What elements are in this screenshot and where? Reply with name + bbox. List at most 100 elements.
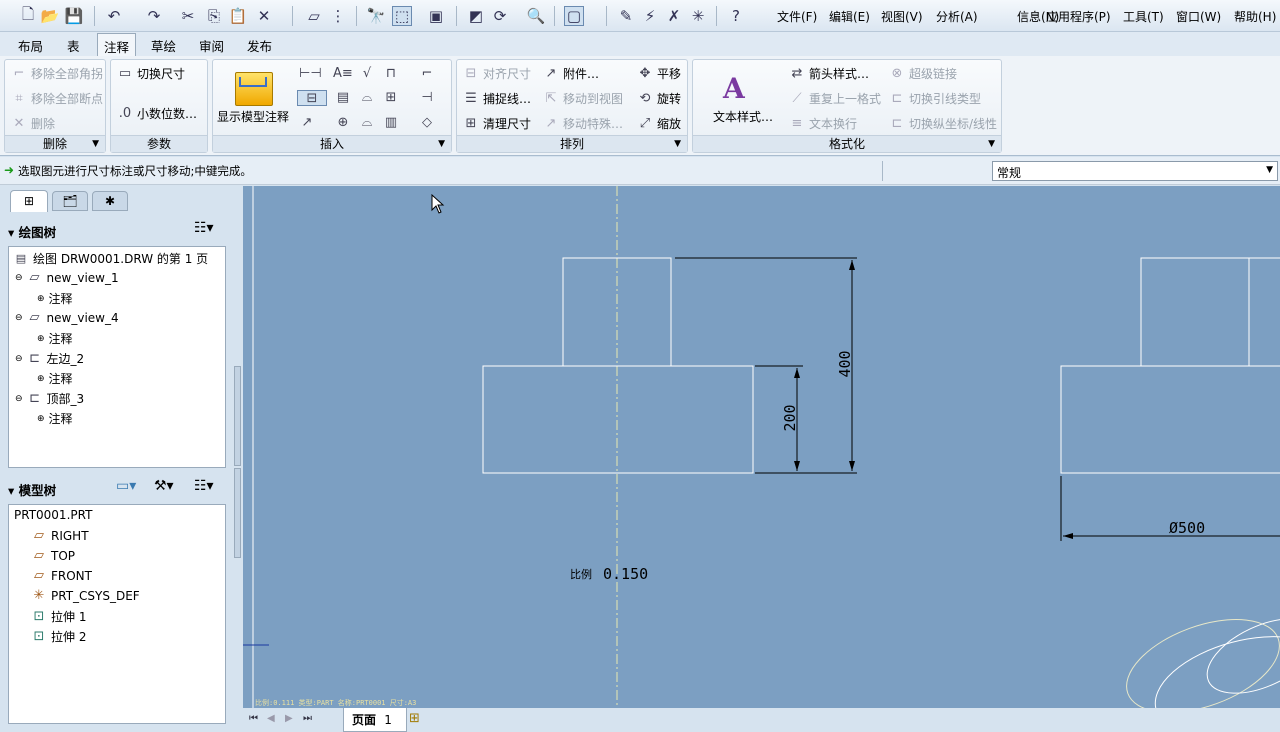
tree-item-annotation[interactable]: ⊕ 注释 (37, 330, 73, 347)
side-view-upper-block[interactable] (1140, 257, 1250, 367)
repeat-last-format-button[interactable]: ⟋ 重复上一格式 (789, 90, 881, 107)
select-box-icon[interactable]: ⬚ (392, 6, 412, 26)
attachment-button[interactable]: ↗ 附件… (543, 65, 599, 82)
show-model-annotations-button[interactable]: 显示模型注释 (217, 108, 289, 125)
scale-label[interactable]: 比例 (570, 567, 592, 581)
menu-tools[interactable]: 工具(T) (1123, 8, 1164, 25)
scale-value[interactable]: 0.150 (603, 565, 648, 583)
tab-layout[interactable]: 布局 (18, 36, 43, 55)
new-file-icon[interactable]: 🗋 (18, 5, 38, 26)
move-to-view-button[interactable]: ⇱ 移动到视图 (543, 90, 623, 107)
menu-view[interactable]: 视图(V) (881, 8, 923, 25)
clean-dimensions-button[interactable]: ⊞ 清理尺寸 (463, 115, 531, 132)
model-item-front[interactable]: ▱ FRONT (31, 568, 92, 584)
next-page-icon[interactable]: ▶ (285, 713, 293, 724)
toggle-dimension-button[interactable]: ▭ 切换尺寸 (117, 65, 185, 82)
tab-annotate[interactable]: 注释 (97, 33, 137, 56)
delete-icon[interactable]: ✕ (254, 6, 274, 26)
paste-icon[interactable]: 📋 (228, 6, 248, 26)
display-style-icon[interactable]: ▢ (564, 6, 584, 26)
ordinate-icon[interactable]: ⊓ (383, 66, 399, 82)
menu-file[interactable]: 文件(F) (777, 8, 817, 25)
panel-splitter[interactable] (234, 468, 241, 558)
page-tab-1[interactable]: 页面 1 (343, 708, 407, 732)
toggle-ordinate-button[interactable]: ⊏ 切换纵坐标/线性 (889, 115, 998, 132)
tree-item-view-1[interactable]: ⊖ ▱ new_view_1 (15, 270, 119, 286)
leader-icon[interactable]: ⌐ (419, 66, 435, 82)
tree-icon[interactable]: ⋮ (328, 6, 348, 26)
tree-item-view-4[interactable]: ⊖ ▱ new_view_4 (15, 310, 119, 326)
tree-settings-icon[interactable]: ☷▾ (194, 478, 214, 494)
symbol-icon[interactable]: ⊣ (419, 90, 435, 106)
find-icon[interactable]: 🔭 (366, 6, 386, 26)
model-item-top[interactable]: ▱ TOP (31, 548, 75, 564)
view-lower-block[interactable] (482, 365, 754, 474)
tree-item-annotation[interactable]: ⊕ 注释 (37, 410, 73, 427)
tab-review[interactable]: 审阅 (199, 36, 224, 55)
tree-item-left-2[interactable]: ⊖ ⊏ 左边_2 (15, 350, 84, 367)
delete-button[interactable]: ✕ 删除 (11, 115, 55, 132)
surface-finish-icon[interactable]: √ (359, 66, 375, 82)
tree-item-annotation[interactable]: ⊕ 注释 (37, 290, 73, 307)
side-view-lower-block[interactable] (1060, 365, 1280, 474)
insert-group-title[interactable]: 插入 ▼ (213, 135, 451, 152)
menu-analysis[interactable]: 分析(A) (936, 8, 978, 25)
last-page-icon[interactable]: ⏭ (303, 713, 312, 724)
tab-model-tree[interactable]: ⊞ (10, 190, 48, 212)
tree-filter-icon[interactable]: ⚒▾ (154, 478, 174, 494)
format-group-title[interactable]: 格式化 ▼ (693, 135, 1001, 152)
model-tree-root[interactable]: PRT0001.PRT (14, 508, 92, 522)
datum-target-icon[interactable]: ⊕ (335, 115, 351, 131)
hyperlink-button[interactable]: ⊗ 超级链接 (889, 65, 957, 82)
tree-root[interactable]: ▤ 绘图 DRW0001.DRW 的第 1 页 (13, 250, 208, 267)
prev-page-icon[interactable]: ◀ (267, 713, 275, 724)
model-item-extrude-2[interactable]: ⊡ 拉伸 2 (31, 628, 87, 645)
arrange-group-title[interactable]: 排列 ▼ (457, 135, 687, 152)
tab-folder-browser[interactable]: 🗂 (52, 191, 88, 211)
copy-icon[interactable]: ⎘ (204, 6, 224, 26)
model-item-csys[interactable]: ✳ PRT_CSYS_DEF (31, 588, 140, 604)
datum-feature-icon[interactable]: ▤ (335, 90, 351, 106)
rotate-button[interactable]: ⟲ 旋转 (637, 90, 681, 107)
tab-publish[interactable]: 发布 (247, 36, 272, 55)
balloon-icon[interactable]: ◇ (419, 115, 435, 131)
table-icon[interactable]: ▥ (383, 115, 399, 131)
sketch-tool-icon[interactable]: ✎ (616, 6, 636, 26)
menu-applications[interactable]: 应用程序(P) (1046, 8, 1111, 25)
move-special-button[interactable]: ↗ 移动特殊… (543, 115, 623, 132)
dimension-diameter-text[interactable]: Ø500 (1169, 519, 1205, 537)
zoom-icon[interactable]: 🔍 (526, 6, 546, 26)
pan-button[interactable]: ✥ 平移 (637, 65, 681, 82)
refresh-icon[interactable]: ⟳ (490, 6, 510, 26)
datum-point-icon[interactable]: ✗ (664, 6, 684, 26)
tree-settings-icon[interactable]: ☷▾ (194, 220, 214, 236)
menu-help[interactable]: 帮助(H) (1234, 8, 1276, 25)
model-tree-header[interactable]: ▾ 模型树 (8, 480, 56, 499)
arrow-style-button[interactable]: ⇄ 箭头样式… (789, 65, 869, 82)
iso-view-curve[interactable] (1144, 619, 1280, 708)
remove-all-jogs-button[interactable]: ⌐ 移除全部角拐 (11, 65, 103, 82)
delete-group-title[interactable]: 删除 ▼ (5, 135, 105, 152)
snap-line-button[interactable]: ☰ 捕捉线… (463, 90, 531, 107)
scale-button[interactable]: ⤢ 缩放 (637, 115, 681, 132)
csys-icon[interactable]: ✳ (688, 6, 708, 26)
toggle-leader-type-button[interactable]: ⊏ 切换引线类型 (889, 90, 981, 107)
show-icon[interactable]: ▭▾ (116, 478, 136, 494)
decimal-places-button[interactable]: .0 小数位数… (117, 105, 197, 122)
text-style-button[interactable]: 文本样式… (713, 108, 773, 125)
align-dimensions-button[interactable]: ⊟ 对齐尺寸 (463, 65, 531, 82)
tab-table[interactable]: 表 (67, 36, 80, 55)
datum-axis-icon[interactable]: ⚡ (640, 6, 660, 26)
redo-icon[interactable]: ↷ (144, 6, 164, 26)
tab-favorites[interactable]: ✱ (92, 191, 128, 211)
baseline-dimension-icon[interactable]: ⊟ (297, 90, 327, 106)
open-folder-icon[interactable]: 📂 (40, 6, 60, 26)
remove-all-breaks-button[interactable]: ⌗ 移除全部断点 (11, 90, 103, 107)
menu-window[interactable]: 窗口(W) (1176, 8, 1221, 25)
selection-filter-select[interactable]: 常规 ▼ (992, 161, 1278, 181)
tree-item-annotation[interactable]: ⊕ 注释 (37, 370, 73, 387)
repaint-icon[interactable]: ◩ (466, 6, 486, 26)
new-page-icon[interactable]: ⊞ (409, 711, 420, 726)
model-item-extrude-1[interactable]: ⊡ 拉伸 1 (31, 608, 87, 625)
cut-icon[interactable]: ✂ (178, 6, 198, 26)
